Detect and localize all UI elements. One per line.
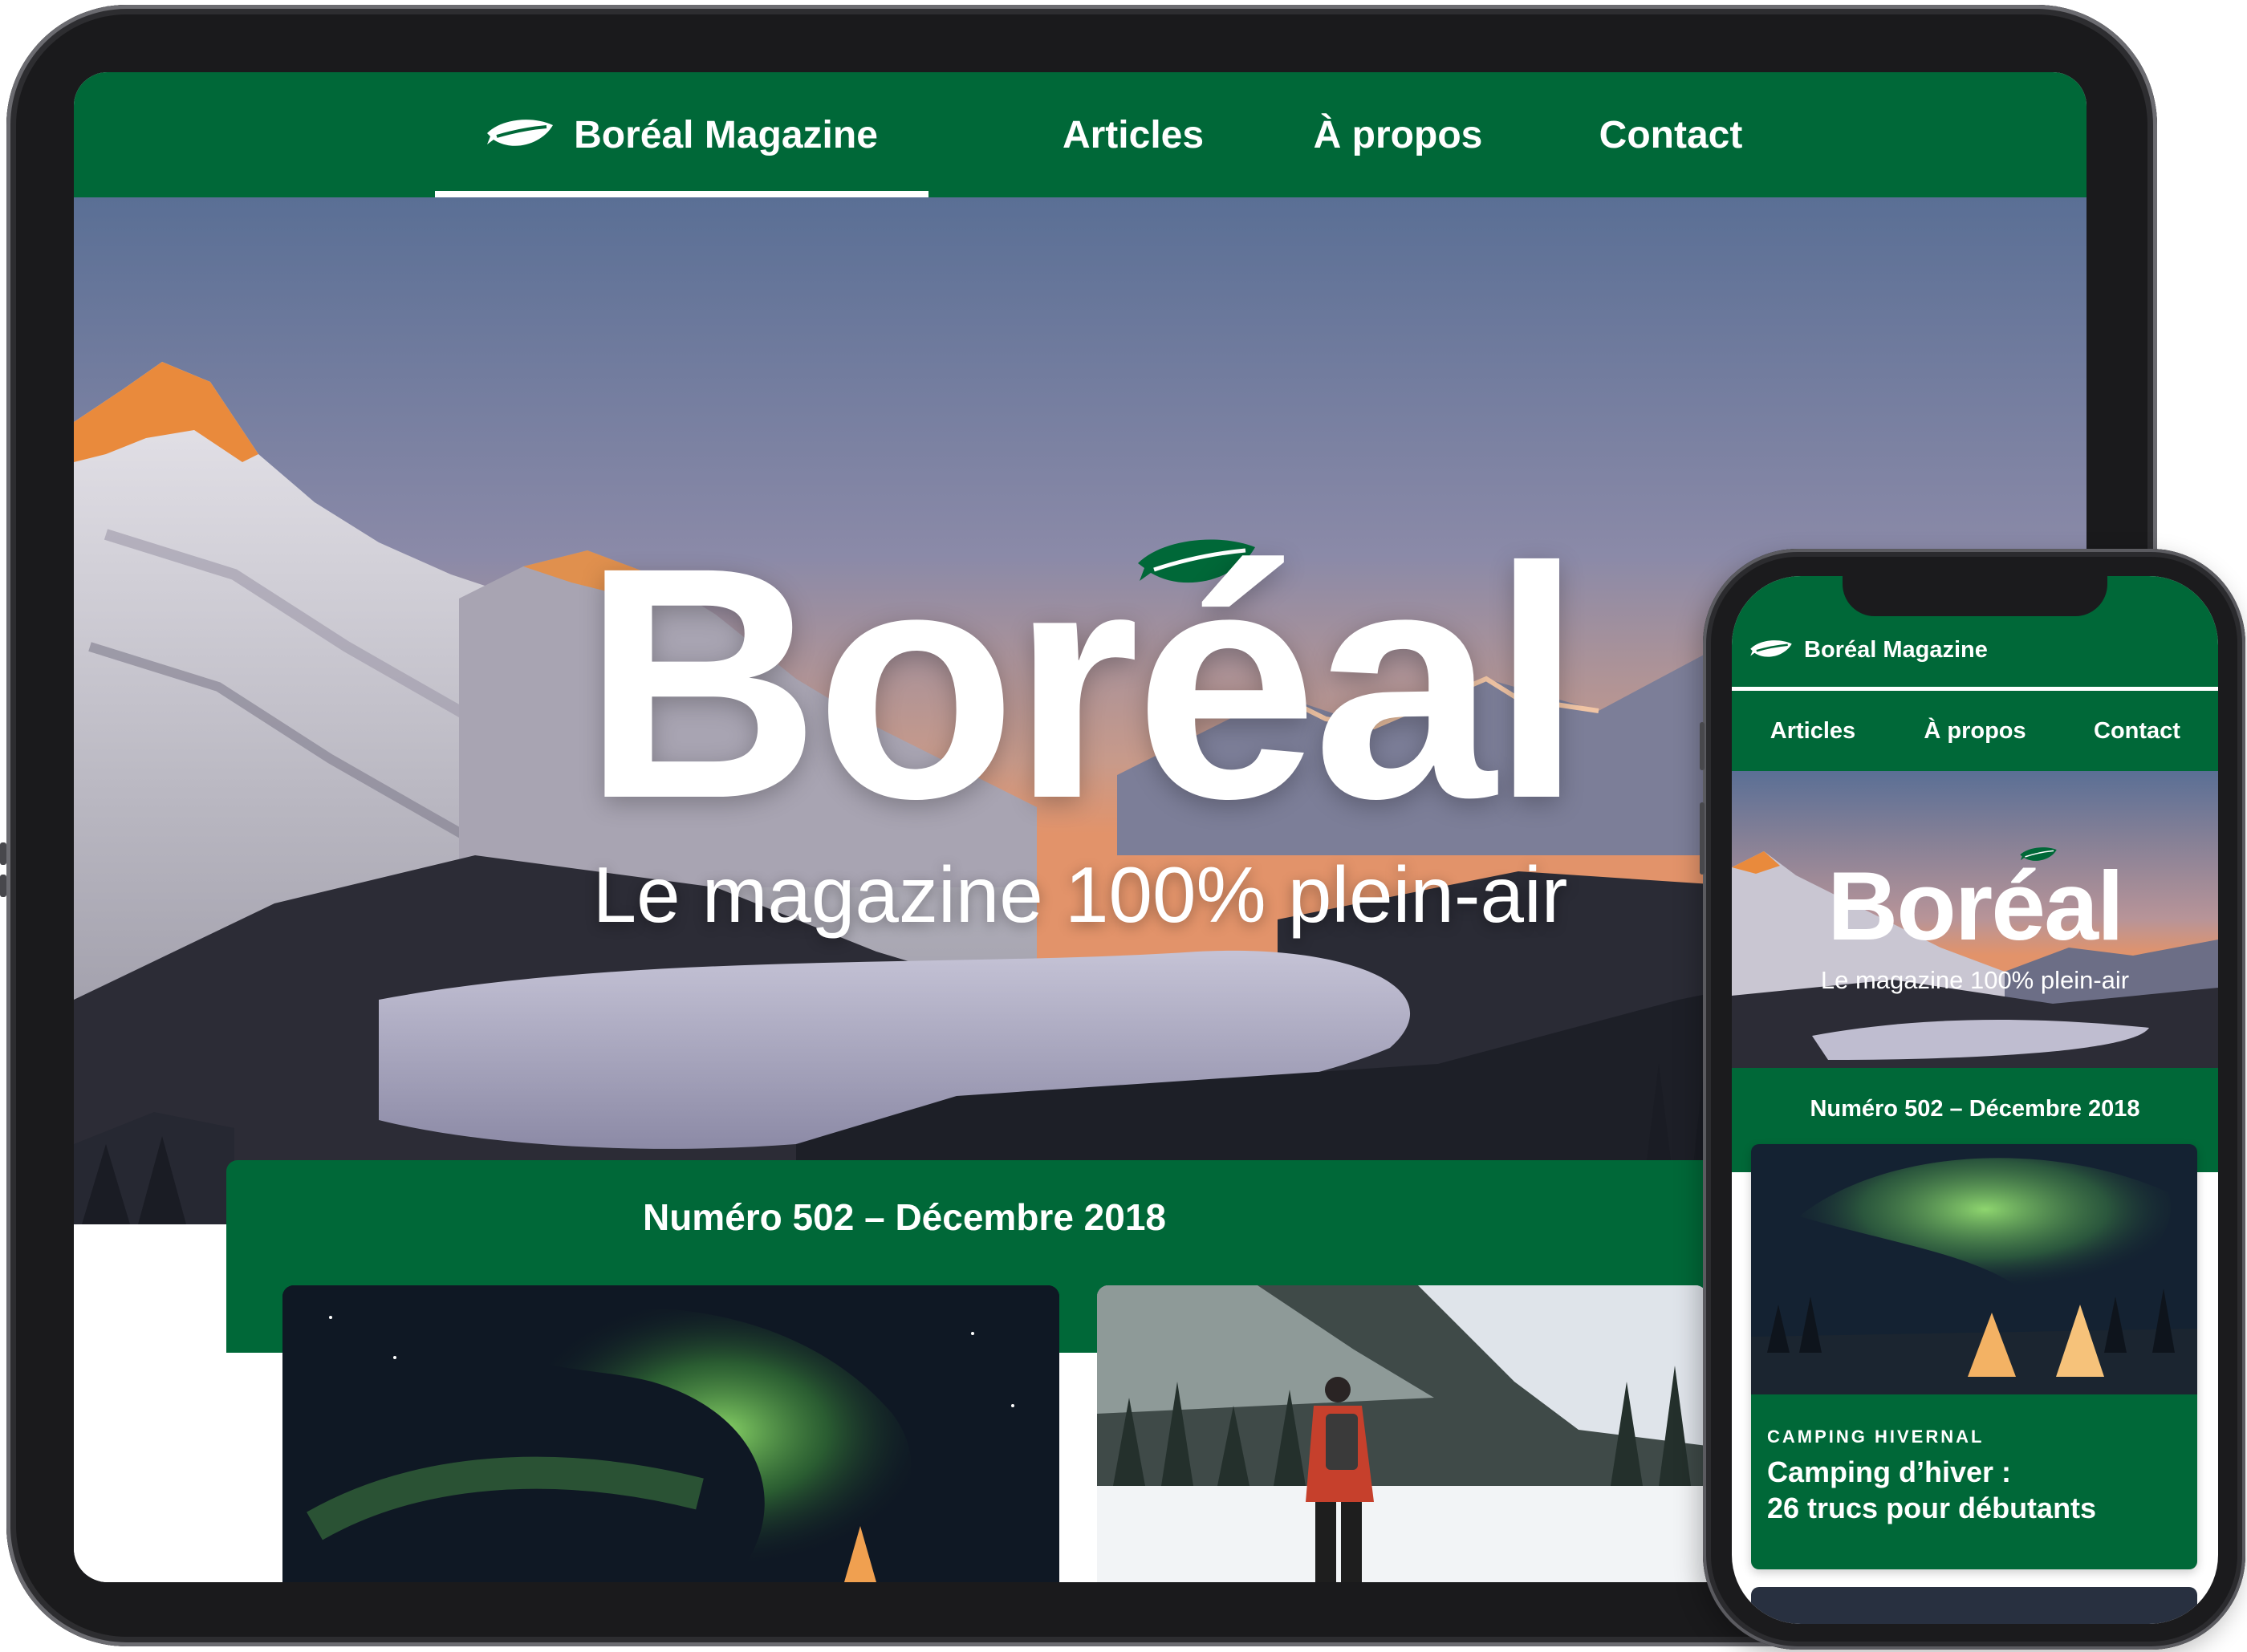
nav-item-contact[interactable]: Contact bbox=[1518, 72, 1823, 197]
phone-brand-label: Boréal Magazine bbox=[1804, 636, 1988, 663]
nav-item-label: Contact bbox=[2094, 717, 2180, 744]
nav-item-a-propos[interactable]: À propos bbox=[1237, 72, 1558, 197]
article-category: CAMPING HIVERNAL bbox=[1767, 1427, 1985, 1447]
phone-hero-subtitle: Le magazine 100% plein-air bbox=[1820, 966, 2130, 994]
aurora-tipis-photo bbox=[282, 1285, 1059, 1582]
phone-notch bbox=[1843, 576, 2107, 616]
nav-brand-label: Boréal Magazine bbox=[574, 113, 878, 156]
nav-item-label: Articles bbox=[1062, 113, 1205, 156]
article-card[interactable] bbox=[1751, 1587, 2197, 1624]
nav-item-label: À propos bbox=[1313, 113, 1483, 156]
leaf-icon bbox=[487, 120, 554, 146]
issue-title: Numéro 502 – Décembre 2018 bbox=[642, 1196, 1167, 1238]
nav-item-label: À propos bbox=[1924, 717, 2026, 744]
article-card[interactable] bbox=[282, 1285, 1059, 1582]
phone-screen: Boréal Magazine Articles À propos Contac… bbox=[1732, 576, 2218, 1624]
phone-brand-link[interactable]: Boréal Magazine bbox=[1749, 626, 1988, 674]
winter-hiker-photo bbox=[1097, 1285, 1707, 1582]
nav-item-label: Articles bbox=[1770, 717, 1856, 744]
phone-side-button bbox=[1700, 722, 1705, 770]
phone-hero-title: Boréal bbox=[1827, 851, 2124, 960]
phone-nav-item-a-propos[interactable]: À propos bbox=[1894, 691, 2056, 771]
tablet-nav-bar: Boréal Magazine Articles À propos Contac… bbox=[74, 72, 2086, 197]
article-headline[interactable]: Camping d’hiver : 26 trucs pour débutant… bbox=[1767, 1454, 2176, 1526]
aurora-tipis-photo bbox=[1751, 1144, 2197, 1394]
nav-item-label: Contact bbox=[1599, 113, 1743, 156]
phone-issue-title: Numéro 502 – Décembre 2018 bbox=[1810, 1096, 2140, 1122]
phone-nav-item-contact[interactable]: Contact bbox=[2056, 691, 2218, 771]
article-headline-line: 26 trucs pour débutants bbox=[1767, 1492, 2097, 1524]
nav-brand-link[interactable]: Boréal Magazine bbox=[435, 72, 928, 197]
leaf-icon bbox=[1750, 640, 1792, 657]
phone-nav-item-articles[interactable]: Articles bbox=[1732, 691, 1894, 771]
article-headline-line: Camping d’hiver : bbox=[1767, 1455, 2012, 1488]
article-card[interactable] bbox=[1097, 1285, 1707, 1582]
tablet-side-button bbox=[0, 875, 6, 897]
phone-side-button bbox=[1700, 802, 1705, 875]
nav-active-indicator bbox=[435, 191, 928, 197]
tablet-side-button bbox=[0, 842, 6, 865]
